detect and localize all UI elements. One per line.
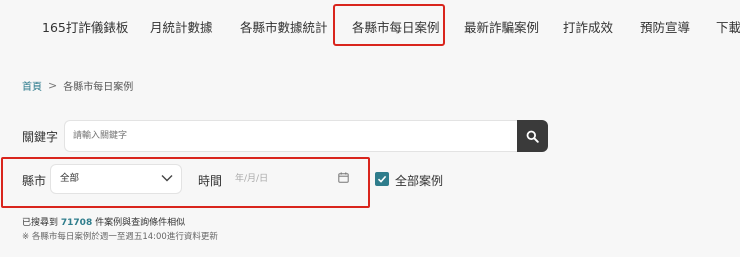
- search-icon: [526, 130, 539, 143]
- chevron-down-icon: [161, 175, 173, 182]
- calendar-icon[interactable]: [338, 172, 349, 183]
- tab-download[interactable]: 下載: [716, 17, 740, 36]
- search-button[interactable]: [517, 120, 548, 152]
- time-label: 時間: [198, 174, 223, 188]
- breadcrumb-home-link[interactable]: 首頁: [22, 78, 42, 93]
- tab-165-dashboard[interactable]: 165打詐儀錶板: [42, 17, 128, 36]
- tab-county-daily-cases[interactable]: 各縣市每日案例: [352, 17, 440, 36]
- top-nav: 165打詐儀錶板 月統計數據 各縣市數據統計 各縣市每日案例 最新詐騙案例 打詐…: [0, 0, 740, 50]
- county-select-value: 全部: [60, 173, 80, 184]
- breadcrumb-current: 各縣市每日案例: [63, 82, 134, 93]
- keyword-label: 關鍵字: [22, 130, 59, 144]
- date-placeholder: 年/月/日: [235, 174, 269, 184]
- result-summary: 已搜尋到 71708 件案例與查詢條件相似: [22, 215, 185, 228]
- all-cases-checkbox[interactable]: [375, 172, 389, 186]
- tab-latest-fraud-cases[interactable]: 最新詐騙案例: [464, 17, 539, 36]
- checkmark-icon: [377, 175, 387, 183]
- county-label: 縣市: [22, 174, 47, 188]
- tab-fraud-results[interactable]: 打詐成效: [563, 17, 613, 36]
- update-note: ※ 各縣市每日案例於週一至週五14:00進行資料更新: [22, 232, 218, 242]
- tab-monthly-stats[interactable]: 月統計數據: [150, 17, 213, 36]
- breadcrumb: 首頁 > 各縣市每日案例: [22, 78, 133, 93]
- result-prefix: 已搜尋到: [22, 218, 59, 228]
- tab-prevention[interactable]: 預防宣導: [640, 17, 690, 36]
- all-cases-label[interactable]: 全部案例: [395, 172, 443, 189]
- breadcrumb-separator: >: [48, 79, 58, 92]
- result-suffix: 件案例與查詢條件相似: [95, 218, 186, 228]
- tab-county-stats[interactable]: 各縣市數據統計: [240, 17, 328, 36]
- result-count: 71708: [60, 218, 93, 228]
- keyword-search-input[interactable]: [64, 120, 520, 152]
